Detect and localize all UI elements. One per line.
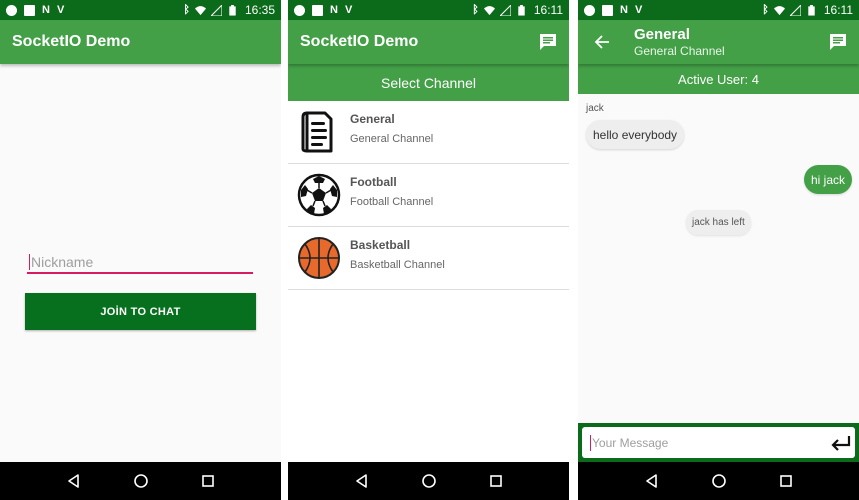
- wifi-icon: [194, 5, 206, 15]
- send-enter-icon[interactable]: [829, 434, 851, 452]
- wifi-icon: [483, 5, 495, 15]
- app-bar: SocketIO Demo: [288, 20, 569, 64]
- battery-icon: [808, 4, 815, 16]
- document-icon: [301, 111, 333, 153]
- channel-title: General: [634, 25, 690, 43]
- chat-screen: N V ᛒ 16:11 General General Channel Acti…: [578, 0, 859, 500]
- channel-item-basketball[interactable]: Basketball Basketball Channel: [288, 227, 569, 290]
- bluetooth-icon: ᛒ: [762, 3, 769, 16]
- battery-icon: [518, 4, 525, 16]
- recents-nav-icon[interactable]: [200, 473, 216, 489]
- status-time: 16:11: [533, 3, 563, 17]
- image-notification-icon: [602, 4, 613, 16]
- image-notification-icon: [312, 4, 323, 16]
- text-cursor: [590, 434, 591, 451]
- message-composer: Your Message: [578, 423, 859, 462]
- message-input[interactable]: Your Message: [582, 427, 855, 458]
- channel-subtitle: General Channel: [634, 43, 725, 58]
- status-time: 16:11: [823, 3, 853, 17]
- notification-dot-icon: [294, 4, 305, 16]
- home-nav-icon[interactable]: [421, 473, 437, 489]
- system-nav-bar: [288, 462, 569, 500]
- signal-icon: [789, 4, 801, 16]
- login-screen: N V ᛒ 16:35 SocketIO Demo Nickname JOİN …: [0, 0, 281, 500]
- channel-name: Basketball: [350, 237, 411, 252]
- message-placeholder: Your Message: [592, 435, 669, 450]
- channel-list: General General Channel Football Footbal…: [288, 101, 569, 290]
- channel-screen: N V ᛒ 16:11 SocketIO Demo Select Channel: [288, 0, 569, 500]
- channel-description: Football Channel: [350, 195, 434, 208]
- channel-name: Football: [350, 174, 397, 189]
- nickname-placeholder: Nickname: [31, 254, 94, 270]
- app-bar: General General Channel: [578, 20, 859, 64]
- channel-item-football[interactable]: Football Football Channel: [288, 164, 569, 227]
- v-notification-icon: V: [344, 3, 353, 16]
- message-sender: jack: [586, 103, 604, 114]
- recents-nav-icon[interactable]: [778, 473, 794, 489]
- status-time: 16:35: [244, 3, 275, 17]
- status-bar: N V ᛒ 16:35: [0, 0, 281, 20]
- n-notification-icon: N: [330, 3, 338, 16]
- signal-icon: [210, 4, 222, 16]
- v-notification-icon: V: [56, 3, 65, 16]
- soccer-ball-icon: [297, 173, 341, 217]
- chat-icon[interactable]: [539, 33, 557, 51]
- home-nav-icon[interactable]: [711, 473, 727, 489]
- back-nav-icon[interactable]: [66, 473, 82, 489]
- status-bar: N V ᛒ 16:11: [288, 0, 569, 20]
- outgoing-message-bubble: hi jack: [803, 165, 852, 194]
- channel-description: Basketball Channel: [350, 258, 445, 271]
- system-nav-bar: [578, 462, 859, 500]
- nickname-input[interactable]: Nickname: [27, 252, 253, 274]
- bluetooth-icon: ᛒ: [183, 3, 190, 16]
- back-nav-icon[interactable]: [354, 473, 370, 489]
- status-bar: N V ᛒ 16:11: [578, 0, 859, 20]
- channel-item-general[interactable]: General General Channel: [288, 101, 569, 164]
- app-title: SocketIO Demo: [12, 33, 131, 50]
- join-chat-button[interactable]: JOİN TO CHAT: [25, 293, 256, 330]
- n-notification-icon: N: [620, 3, 628, 16]
- active-users-bar: Active User: 4: [578, 64, 859, 94]
- home-nav-icon[interactable]: [133, 473, 149, 489]
- back-arrow-icon[interactable]: [594, 34, 610, 50]
- notification-dot-icon: [584, 4, 595, 16]
- wifi-icon: [773, 5, 785, 15]
- select-channel-header: Select Channel: [288, 64, 569, 101]
- incoming-message-bubble: hello everybody: [586, 120, 685, 149]
- notification-dot-icon: [6, 4, 17, 16]
- battery-icon: [229, 4, 236, 16]
- n-notification-icon: N: [42, 3, 50, 16]
- app-title: SocketIO Demo: [300, 33, 419, 50]
- basketball-icon: [298, 237, 340, 279]
- system-notice: jack has left: [686, 210, 751, 235]
- signal-icon: [499, 4, 511, 16]
- chat-icon[interactable]: [829, 33, 847, 51]
- bluetooth-icon: ᛒ: [472, 3, 479, 16]
- app-bar: SocketIO Demo: [0, 20, 281, 64]
- text-cursor: [29, 254, 30, 270]
- channel-description: General Channel: [350, 132, 434, 145]
- recents-nav-icon[interactable]: [488, 473, 504, 489]
- v-notification-icon: V: [634, 3, 643, 16]
- system-nav-bar: [0, 462, 281, 500]
- image-notification-icon: [24, 4, 35, 16]
- channel-name: General: [350, 111, 395, 126]
- back-nav-icon[interactable]: [644, 473, 660, 489]
